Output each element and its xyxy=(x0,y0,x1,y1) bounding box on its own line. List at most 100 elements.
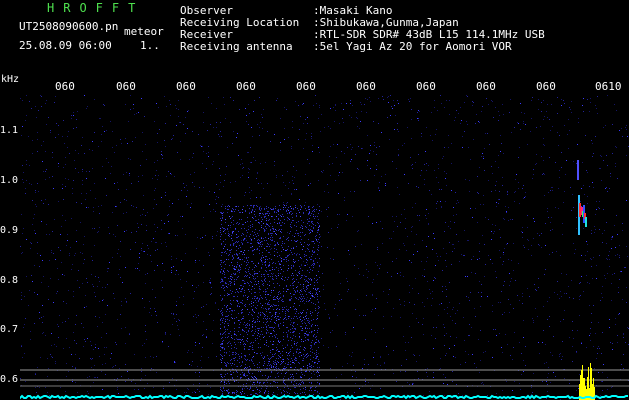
noise-pixel xyxy=(590,340,591,341)
noise-pixel xyxy=(216,122,217,123)
noise-pixel xyxy=(358,169,359,170)
noise-pixel xyxy=(347,392,348,393)
noise-pixel xyxy=(187,190,188,191)
noise-pixel xyxy=(21,135,22,136)
noise-pixel xyxy=(293,166,294,167)
noise-pixel xyxy=(288,237,289,238)
noise-pixel xyxy=(276,297,277,298)
noise-pixel xyxy=(239,265,240,266)
noise-pixel xyxy=(228,315,229,316)
noise-pixel xyxy=(617,234,618,235)
noise-pixel xyxy=(543,330,544,331)
noise-pixel xyxy=(495,161,496,162)
noise-pixel xyxy=(282,276,283,277)
noise-pixel xyxy=(126,212,127,213)
noise-pixel xyxy=(78,270,79,271)
noise-pixel xyxy=(221,224,222,225)
noise-pixel xyxy=(295,360,296,361)
noise-pixel xyxy=(95,347,96,348)
noise-pixel xyxy=(355,154,356,155)
noise-pixel xyxy=(94,99,95,100)
noise-pixel xyxy=(270,321,271,322)
noise-pixel xyxy=(266,291,267,292)
noise-pixel xyxy=(210,278,211,279)
noise-pixel xyxy=(259,298,260,299)
noise-pixel xyxy=(290,226,291,227)
noise-pixel xyxy=(198,315,199,316)
noise-pixel xyxy=(227,295,228,296)
noise-pixel xyxy=(268,265,269,266)
noise-pixel xyxy=(311,387,312,388)
noise-pixel xyxy=(36,206,37,207)
noise-pixel xyxy=(462,136,463,137)
noise-pixel xyxy=(446,253,447,254)
noise-pixel xyxy=(230,331,231,332)
noise-pixel xyxy=(300,294,301,295)
noise-pixel xyxy=(135,383,136,384)
noise-pixel xyxy=(220,389,221,390)
noise-pixel xyxy=(273,228,274,229)
noise-pixel xyxy=(263,238,264,239)
time-tick-label: 060 xyxy=(116,80,136,93)
noise-pixel xyxy=(278,316,279,317)
noise-pixel xyxy=(268,234,269,235)
noise-pixel xyxy=(262,284,263,285)
noise-pixel xyxy=(523,245,524,246)
noise-pixel xyxy=(477,192,478,193)
noise-pixel xyxy=(257,321,258,322)
noise-pixel xyxy=(222,343,223,344)
noise-pixel xyxy=(147,254,148,255)
noise-pixel xyxy=(559,356,560,357)
noise-pixel xyxy=(283,182,284,183)
noise-pixel xyxy=(268,266,269,267)
noise-pixel xyxy=(418,110,419,111)
noise-pixel xyxy=(264,274,265,275)
noise-pixel xyxy=(294,387,295,388)
noise-pixel xyxy=(391,316,392,317)
noise-pixel xyxy=(317,262,318,263)
noise-pixel xyxy=(85,199,86,200)
noise-pixel xyxy=(524,247,525,248)
noise-pixel xyxy=(206,153,207,154)
noise-pixel xyxy=(144,307,145,308)
noise-pixel xyxy=(471,327,472,328)
noise-pixel xyxy=(105,363,106,364)
noise-pixel xyxy=(306,299,307,300)
noise-pixel xyxy=(244,374,245,375)
noise-pixel xyxy=(222,391,223,392)
noise-pixel xyxy=(300,384,301,385)
noise-pixel xyxy=(247,221,248,222)
noise-pixel xyxy=(622,299,623,300)
noise-pixel xyxy=(547,208,548,209)
noise-pixel xyxy=(402,145,403,146)
noise-pixel xyxy=(313,296,314,297)
noise-pixel xyxy=(245,211,246,212)
noise-pixel xyxy=(225,334,226,335)
noise-pixel xyxy=(252,250,253,251)
noise-pixel xyxy=(357,126,358,127)
noise-pixel xyxy=(249,285,250,286)
noise-pixel xyxy=(26,95,27,96)
noise-pixel xyxy=(325,309,326,310)
noise-pixel xyxy=(503,114,504,115)
noise-pixel xyxy=(548,373,549,374)
noise-pixel xyxy=(60,234,61,235)
noise-pixel xyxy=(599,348,600,349)
noise-pixel xyxy=(315,342,316,343)
noise-pixel xyxy=(318,302,319,303)
noise-pixel xyxy=(80,252,81,253)
noise-pixel xyxy=(406,359,407,360)
noise-pixel xyxy=(253,311,254,312)
noise-pixel xyxy=(225,374,226,375)
noise-pixel xyxy=(219,136,220,137)
noise-pixel xyxy=(227,249,228,250)
noise-pixel xyxy=(220,382,221,383)
noise-pixel xyxy=(155,297,156,298)
noise-pixel xyxy=(41,200,42,201)
noise-pixel xyxy=(311,279,312,280)
noise-pixel xyxy=(259,215,260,216)
noise-pixel xyxy=(319,210,320,211)
noise-pixel xyxy=(312,221,313,222)
noise-pixel xyxy=(290,224,291,225)
noise-pixel xyxy=(162,341,163,342)
